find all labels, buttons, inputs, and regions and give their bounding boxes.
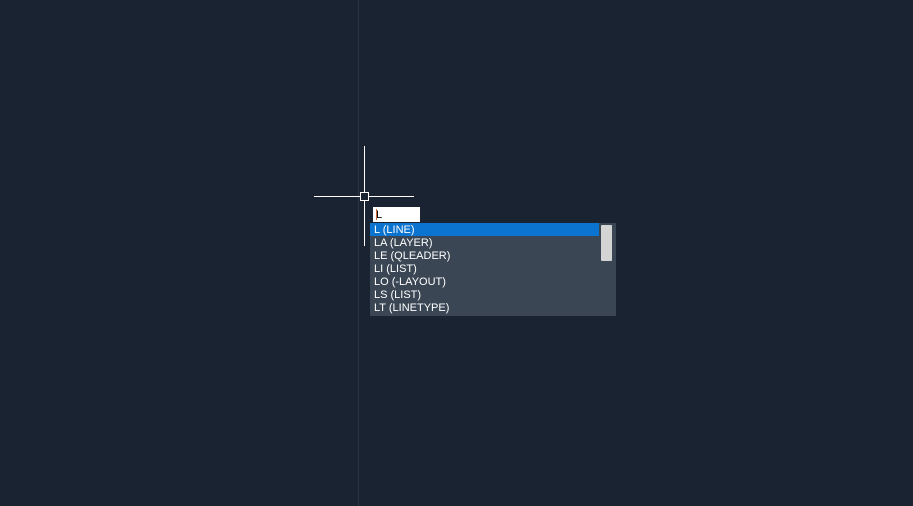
autocomplete-list: L (LINE) LA (LAYER) LE (QLEADER) LI (LIS… [370,223,599,316]
dynamic-command-input[interactable] [373,207,420,222]
autocomplete-item-line[interactable]: L (LINE) [370,223,599,236]
autocomplete-item-list[interactable]: LI (LIST) [370,262,599,275]
autocomplete-popup: L (LINE) LA (LAYER) LE (QLEADER) LI (LIS… [370,223,616,316]
autocomplete-item-layer[interactable]: LA (LAYER) [370,236,599,249]
autocomplete-scrollbar[interactable] [599,223,616,316]
autocomplete-item-ls-list[interactable]: LS (LIST) [370,288,599,301]
crosshair-pickbox [360,192,369,201]
viewport-guide-line [358,0,359,506]
crosshair-horizontal [314,196,414,197]
scrollbar-track[interactable] [599,223,616,316]
autocomplete-item-linetype[interactable]: LT (LINETYPE) [370,301,599,314]
scrollbar-thumb[interactable] [601,225,612,261]
crosshair-vertical [364,146,365,246]
autocomplete-item-layout[interactable]: LO (-LAYOUT) [370,275,599,288]
autocomplete-item-qleader[interactable]: LE (QLEADER) [370,249,599,262]
